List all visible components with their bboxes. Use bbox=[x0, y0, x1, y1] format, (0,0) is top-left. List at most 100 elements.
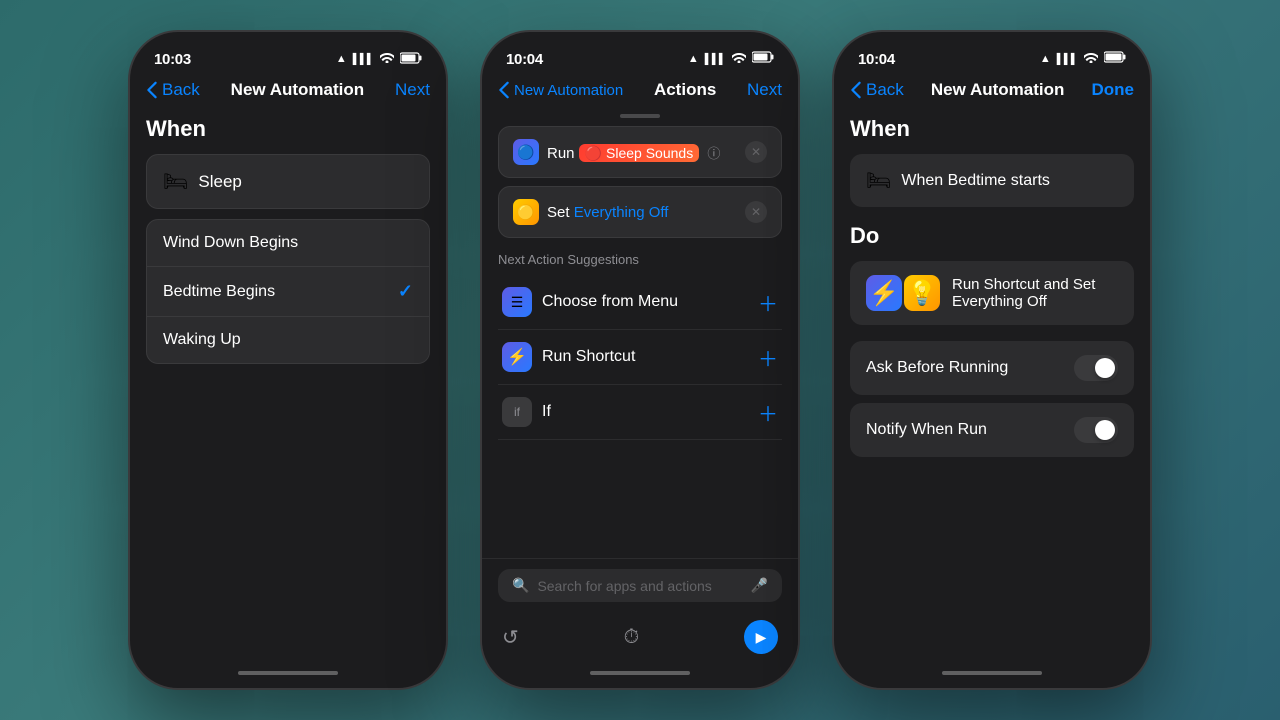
toggle-label-notify: Notify When Run bbox=[866, 421, 987, 439]
do-card-label: Run Shortcut and Set Everything Off bbox=[952, 276, 1118, 310]
when-title-3: When bbox=[850, 116, 1134, 142]
option-label-bedtime: Bedtime Begins bbox=[163, 283, 275, 301]
wifi-icon-1 bbox=[380, 52, 394, 66]
drag-handle-2[interactable] bbox=[620, 114, 660, 118]
sleep-label: Sleep bbox=[198, 172, 241, 192]
battery-icon-2 bbox=[752, 50, 774, 68]
do-icons: ⚡ 💡 bbox=[866, 275, 940, 311]
sub-options-card: Wind Down Begins Bedtime Begins ✓ Waking… bbox=[146, 219, 430, 364]
suggestions-title: Next Action Suggestions bbox=[498, 252, 782, 267]
search-icon: 🔍 bbox=[512, 577, 529, 594]
plus-run[interactable]: ＋ bbox=[758, 343, 778, 372]
home-indicator-2 bbox=[482, 658, 798, 688]
status-icons-2: ▲ ▌▌▌ bbox=[688, 50, 774, 68]
nav-bar-2: New Automation Actions Next bbox=[482, 76, 798, 108]
clock-icon[interactable]: ⏱ bbox=[624, 626, 640, 649]
status-icons-3: ▲ ▌▌▌ bbox=[1040, 50, 1126, 68]
play-button[interactable]: ▶ bbox=[744, 620, 778, 654]
home-bar-2 bbox=[590, 671, 690, 675]
home-bar-1 bbox=[238, 671, 338, 675]
do-card: ⚡ 💡 Run Shortcut and Set Everything Off bbox=[850, 261, 1134, 325]
wifi-icon-2 bbox=[732, 52, 746, 66]
do-icon-shortcut: ⚡ bbox=[866, 275, 902, 311]
when-card-label: When Bedtime starts bbox=[901, 172, 1050, 190]
status-time-2: 10:04 bbox=[506, 51, 543, 68]
action-left-run: 🔵 Run 🔴 Sleep Sounds ⓘ bbox=[513, 139, 720, 165]
suggestion-label-if: If bbox=[542, 403, 551, 421]
nav-bar-3: Back New Automation Done bbox=[834, 76, 1150, 108]
run-action-icon: 🔵 bbox=[513, 139, 539, 165]
back-button-2[interactable]: New Automation bbox=[498, 81, 623, 99]
toggle-notify-when-run[interactable]: Notify When Run bbox=[850, 403, 1134, 457]
bedtime-icon: 🛏 bbox=[866, 168, 891, 193]
toggle-label-ask: Ask Before Running bbox=[866, 359, 1008, 377]
suggestion-left-run: ⚡ Run Shortcut bbox=[502, 342, 635, 372]
undo-icon[interactable]: ↺ bbox=[502, 625, 519, 650]
action-close-set[interactable]: ✕ bbox=[745, 201, 767, 223]
set-action-icon: 🟡 bbox=[513, 199, 539, 225]
action-text-set: Set Everything Off bbox=[547, 204, 668, 221]
suggestion-choose-from-menu[interactable]: ☰ Choose from Menu ＋ bbox=[498, 275, 782, 330]
phone-2: 10:04 ▲ ▌▌▌ New Automation Actions Next bbox=[480, 30, 800, 690]
do-section: Do ⚡ 💡 Run Shortcut and Set Everything O… bbox=[850, 223, 1134, 325]
next-button-1[interactable]: Next bbox=[395, 80, 430, 100]
screen-content-2: 🔵 Run 🔴 Sleep Sounds ⓘ ✕ 🟡 Set Ever bbox=[482, 122, 798, 558]
back-button-3[interactable]: Back bbox=[850, 80, 904, 100]
phone-3: 10:04 ▲ ▌▌▌ Back New Automation Done bbox=[832, 30, 1152, 690]
next-button-2[interactable]: Next bbox=[747, 80, 782, 100]
action-close-run[interactable]: ✕ bbox=[745, 141, 767, 163]
status-icons-1: ▲ ▌▌▌ bbox=[336, 52, 422, 67]
suggestion-run-shortcut[interactable]: ⚡ Run Shortcut ＋ bbox=[498, 330, 782, 385]
status-time-3: 10:04 bbox=[858, 51, 895, 68]
signal-icon-3: ▌▌▌ bbox=[1057, 54, 1078, 65]
action-card-run[interactable]: 🔵 Run 🔴 Sleep Sounds ⓘ ✕ bbox=[498, 126, 782, 178]
search-bar[interactable]: 🔍 Search for apps and actions 🎤 bbox=[498, 569, 782, 602]
mic-icon[interactable]: 🎤 bbox=[751, 577, 768, 594]
suggestion-label-choose: Choose from Menu bbox=[542, 293, 678, 311]
search-area: 🔍 Search for apps and actions 🎤 bbox=[482, 558, 798, 612]
bottom-toolbar: ↺ ⏱ ▶ bbox=[482, 612, 798, 658]
wifi-icon-3 bbox=[1084, 50, 1098, 68]
toggle-notify-switch[interactable] bbox=[1074, 417, 1118, 443]
option-wind-down[interactable]: Wind Down Begins bbox=[147, 220, 429, 267]
do-title-3: Do bbox=[850, 223, 1134, 249]
location-icon-3: ▲ bbox=[1040, 53, 1051, 65]
option-label-wind-down: Wind Down Begins bbox=[163, 234, 298, 252]
sleep-icon: 🛏 bbox=[163, 169, 188, 194]
option-label-waking-up: Waking Up bbox=[163, 331, 241, 349]
back-button-1[interactable]: Back bbox=[146, 80, 200, 100]
plus-choose[interactable]: ＋ bbox=[758, 288, 778, 317]
location-icon-2: ▲ bbox=[688, 53, 699, 65]
phone-1: 10:03 ▲ ▌▌▌ Back New Automation Next bbox=[128, 30, 448, 690]
home-bar-3 bbox=[942, 671, 1042, 675]
search-placeholder: Search for apps and actions bbox=[537, 578, 742, 594]
toggle-ask-before-running[interactable]: Ask Before Running bbox=[850, 341, 1134, 395]
action-left-set: 🟡 Set Everything Off bbox=[513, 199, 668, 225]
signal-icon-2: ▌▌▌ bbox=[705, 54, 726, 65]
if-icon: if bbox=[502, 397, 532, 427]
when-card: 🛏 When Bedtime starts bbox=[850, 154, 1134, 207]
status-bar-1: 10:03 ▲ ▌▌▌ bbox=[130, 32, 446, 76]
done-button-3[interactable]: Done bbox=[1092, 80, 1135, 100]
suggestion-label-run: Run Shortcut bbox=[542, 348, 635, 366]
run-shortcut-icon: ⚡ bbox=[502, 342, 532, 372]
status-bar-3: 10:04 ▲ ▌▌▌ bbox=[834, 32, 1150, 76]
option-bedtime[interactable]: Bedtime Begins ✓ bbox=[147, 267, 429, 317]
home-indicator-1 bbox=[130, 658, 446, 688]
action-card-set[interactable]: 🟡 Set Everything Off ✕ bbox=[498, 186, 782, 238]
suggestion-left-choose: ☰ Choose from Menu bbox=[502, 287, 678, 317]
option-waking-up[interactable]: Waking Up bbox=[147, 317, 429, 363]
sleep-card[interactable]: 🛏 Sleep bbox=[146, 154, 430, 209]
nav-title-3: New Automation bbox=[931, 80, 1064, 100]
location-icon-1: ▲ bbox=[336, 53, 347, 65]
toggle-ask-switch[interactable] bbox=[1074, 355, 1118, 381]
when-title-1: When bbox=[146, 116, 430, 142]
screen-content-1: When 🛏 Sleep Wind Down Begins Bedtime Be… bbox=[130, 108, 446, 658]
when-section: When 🛏 When Bedtime starts bbox=[850, 116, 1134, 207]
nav-bar-1: Back New Automation Next bbox=[130, 76, 446, 108]
suggestion-if[interactable]: if If ＋ bbox=[498, 385, 782, 440]
status-bar-2: 10:04 ▲ ▌▌▌ bbox=[482, 32, 798, 76]
plus-if[interactable]: ＋ bbox=[758, 398, 778, 427]
home-indicator-3 bbox=[834, 658, 1150, 688]
screen-content-3: When 🛏 When Bedtime starts Do ⚡ 💡 Run Sh… bbox=[834, 108, 1150, 658]
